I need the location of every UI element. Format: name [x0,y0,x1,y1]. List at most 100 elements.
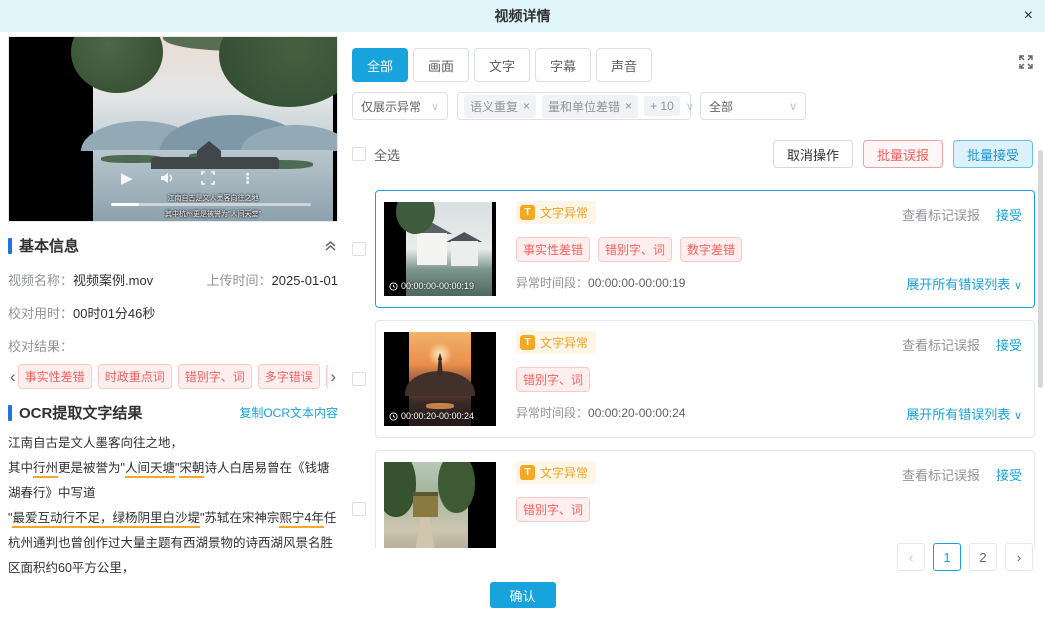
video-name: 视频名称：视频案例.mov [8,270,153,289]
result-label: 校对结果： [8,336,73,355]
tab-picture[interactable]: 画面 [413,48,469,82]
tab-bar: 全部 画面 文字 字幕 声音 [352,48,652,82]
next-page-button[interactable]: › [1005,543,1033,571]
remove-tag-icon[interactable]: × [523,101,530,111]
section-bar [8,405,12,421]
carousel-right-icon[interactable]: › [328,366,338,388]
batch-misreport-button[interactable]: 批量误报 [863,140,943,168]
view-misreport-link[interactable]: 查看标记误报 [902,205,980,224]
carousel-left-icon[interactable]: ‹ [8,366,18,388]
anomaly-time-row: 异常时间段：00:00:00-00:00:19 [516,274,685,291]
page-1-button[interactable]: 1 [933,543,961,571]
chevron-down-icon: ∨ [1014,280,1022,292]
accept-link[interactable]: 接受 [996,205,1022,224]
video-player[interactable]: ▶ ⋮ 江南自古是文人墨客向往之地 其中杭州更是被誉为"人间天堂" [8,36,338,222]
ocr-text: 江南自古是文人墨客向往之地，其中行州更是被誉为"人间天塘"宋朝诗人白居易曾在《钱… [8,431,338,581]
card-thumbnail[interactable]: 00:00:20-00:00:24 [384,332,496,426]
anomaly-card[interactable]: 00:00:20-00:00:24 T 文字异常 查看标记误报 接受 错别字、词… [375,320,1035,438]
volume-icon[interactable] [159,170,175,186]
expand-errors-link[interactable]: 展开所有错误列表 ∨ [906,404,1022,423]
card-thumbnail[interactable]: 00:00:00-00:00:19 [384,202,496,296]
card-thumbnail[interactable] [384,462,496,548]
more-options-icon[interactable]: ⋮ [241,170,255,187]
view-misreport-link[interactable]: 查看标记误报 [902,335,980,354]
confirm-button[interactable]: 确认 [490,582,556,608]
tab-audio[interactable]: 声音 [596,48,652,82]
error-tag: 数字差错 [680,237,742,262]
show-abnormal-select[interactable]: 仅展示异常 ∨ [352,92,448,120]
copy-ocr-link[interactable]: 复制OCR文本内容 [239,404,338,421]
accept-link[interactable]: 接受 [996,465,1022,484]
basic-info-header: 基本信息 [8,235,338,256]
anomaly-card[interactable]: T 文字异常 查看标记误报 接受 错别字、词 [375,450,1035,548]
player-controls: ▶ ⋮ [121,169,255,187]
thumbnail-image [384,462,468,548]
anomaly-card-list: 00:00:00-00:00:19 T 文字异常 查看标记误报 接受 事实性差错… [352,182,1035,548]
scope-select[interactable]: 全部 ∨ [700,92,806,120]
card-checkbox[interactable] [352,242,366,256]
cancel-operation-button[interactable]: 取消操作 [773,140,853,168]
thumb-path [414,517,436,548]
play-icon[interactable]: ▶ [121,169,133,187]
anomaly-time-row: 异常时间段：00:00:20-00:00:24 [516,404,685,421]
expand-errors-link[interactable]: 展开所有错误列表 ∨ [906,274,1022,293]
video-tree-right [219,36,338,107]
card-checkbox[interactable] [352,372,366,386]
thumb-tree [384,462,416,517]
left-panel: ▶ ⋮ 江南自古是文人墨客向往之地 其中杭州更是被誉为"人间天堂" 基本信息 视… [8,36,338,581]
error-type-multiselect[interactable]: 语义重复 × 量和单位差错 × + 10 ∨ [457,92,691,120]
thumb-wall [451,241,478,265]
error-tag: 错别字、词 [516,367,590,392]
text-anomaly-badge: T 文字异常 [516,461,596,484]
list-item: 00:00:00-00:00:19 T 文字异常 查看标记误报 接受 事实性差错… [352,190,1035,308]
card-tags: 错别字、词 [516,497,1026,522]
progress-fill [111,203,139,206]
close-icon[interactable]: × [1024,0,1033,32]
ocr-header: OCR提取文字结果 复制OCR文本内容 [8,402,338,423]
filter-more-count[interactable]: + 10 [644,96,680,116]
remove-tag-icon[interactable]: × [625,101,632,111]
result-row: 校对结果： [8,336,338,355]
proofread-duration: 校对用时：00时01分46秒 [8,303,155,322]
card-actions: 查看标记误报 接受 [902,335,1022,354]
thumb-temple-gate [413,496,438,517]
page-2-button[interactable]: 2 [969,543,997,571]
collapse-icon[interactable] [323,238,338,253]
card-content: T 文字异常 查看标记误报 接受 事实性差错 错别字、词 数字差错 异常时间段：… [516,199,1026,299]
clock-icon [389,412,398,421]
prev-page-button[interactable]: ‹ [897,543,925,571]
tab-all[interactable]: 全部 [352,48,408,82]
tab-subtitle[interactable]: 字幕 [535,48,591,82]
list-item: 00:00:20-00:00:24 T 文字异常 查看标记误报 接受 错别字、词… [352,320,1035,438]
video-subtitle-line1: 江南自古是文人墨客向往之地 [93,193,333,203]
expand-panel-icon[interactable] [1017,53,1035,71]
error-tag: 事实性差错 [516,237,590,262]
card-actions: 查看标记误报 接受 [902,465,1022,484]
tab-text[interactable]: 文字 [474,48,530,82]
upload-time: 上传时间：2025-01-01 [206,270,338,289]
ocr-title: OCR提取文字结果 [19,402,239,423]
text-anomaly-badge: T 文字异常 [516,201,596,224]
pagination: ‹ 1 2 › [897,543,1033,571]
dialog-title: 视频详情 [495,6,551,26]
clock-icon [389,282,398,291]
progress-bar[interactable] [111,203,311,206]
text-badge-icon: T [520,335,535,350]
fullscreen-icon[interactable] [201,171,215,185]
thumb-wall [417,233,448,265]
thumbnail-timestamp: 00:00:20-00:00:24 [389,411,474,421]
card-content: T 文字异常 查看标记误报 接受 错别字、词 异常时间段：00:00:20-00… [516,329,1026,429]
video-name-row: 视频名称：视频案例.mov 上传时间：2025-01-01 [8,270,338,289]
filter-tag: 量和单位差错 × [542,95,638,118]
batch-accept-button[interactable]: 批量接受 [953,140,1033,168]
select-all-checkbox[interactable] [352,147,366,161]
anomaly-card[interactable]: 00:00:00-00:00:19 T 文字异常 查看标记误报 接受 事实性差错… [375,190,1035,308]
scrollbar-thumb[interactable] [1038,150,1043,388]
card-checkbox[interactable] [352,502,366,516]
select-all-label: 全选 [374,145,400,164]
accept-link[interactable]: 接受 [996,335,1022,354]
list-toolbar: 全选 取消操作 批量误报 批量接受 [352,140,1033,168]
card-content: T 文字异常 查看标记误报 接受 错别字、词 [516,459,1026,548]
view-misreport-link[interactable]: 查看标记误报 [902,465,980,484]
chevron-down-icon: ∨ [789,100,797,113]
